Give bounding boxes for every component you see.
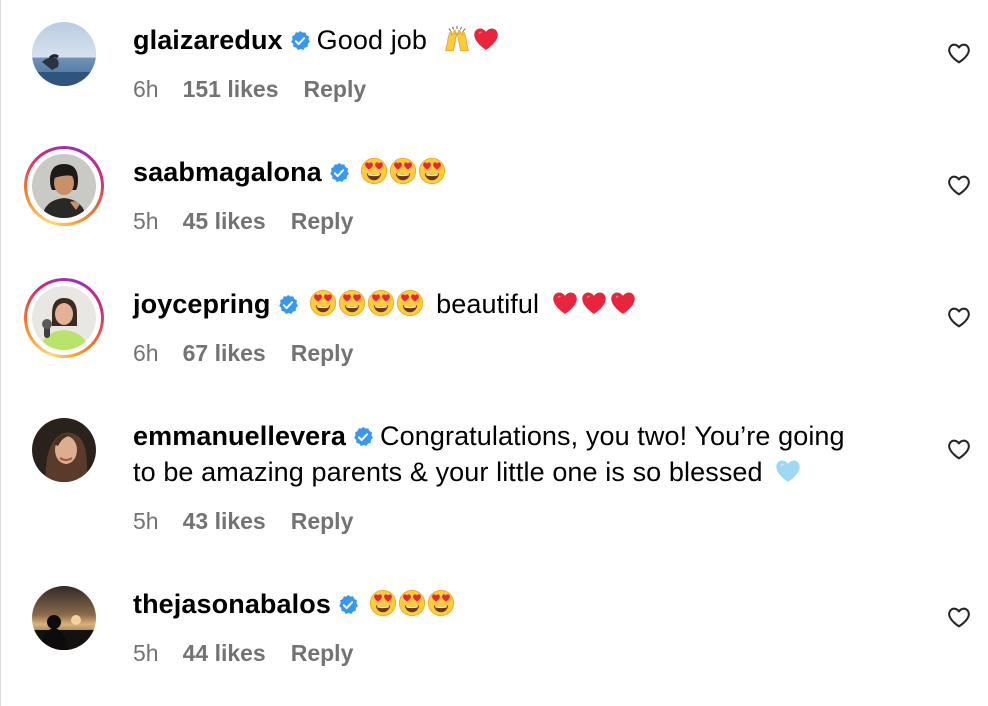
raising-hands-emoji [443, 25, 471, 53]
heart-eyes-emoji [396, 289, 424, 317]
verified-badge-icon [328, 162, 350, 184]
comment-main-line: saabmagalona [133, 154, 908, 190]
red-heart-emoji [609, 289, 637, 317]
reply-button[interactable]: Reply [291, 506, 354, 536]
like-heart-icon[interactable] [946, 40, 972, 66]
like-heart-icon[interactable] [946, 604, 972, 630]
heart-eyes-emoji [427, 589, 455, 617]
reply-button[interactable]: Reply [304, 74, 367, 104]
heart-eyes-emoji [369, 589, 397, 617]
comment-body: joycepring beautiful [133, 286, 908, 322]
comment-text: Congratulations, you two! You’re going [380, 421, 845, 451]
avatar-emmanuellevera[interactable] [32, 418, 96, 482]
red-heart-emoji [472, 25, 500, 53]
comment-main-line: thejasonabalos [133, 586, 908, 622]
comment-item: saabmagalona 5h 45 likes Reply [0, 132, 988, 264]
comment-meta: 5h 43 likes Reply [133, 506, 353, 536]
comment-username[interactable]: glaizaredux [133, 25, 283, 55]
avatar-thejasonabalos[interactable] [32, 586, 96, 650]
like-heart-icon[interactable] [946, 172, 972, 198]
comment-username[interactable]: joycepring [133, 289, 271, 319]
comment-time[interactable]: 6h [133, 74, 159, 104]
heart-eyes-emoji [398, 589, 426, 617]
comment-main-line-2: to be amazing parents & your little one … [133, 454, 908, 490]
comment-likes[interactable]: 44 likes [183, 638, 266, 668]
verified-badge-icon [337, 594, 359, 616]
avatar-joycepring[interactable] [32, 286, 96, 350]
comment-meta: 5h 44 likes Reply [133, 638, 353, 668]
comment-item: thejasonabalos 5h 44 likes Reply [0, 564, 988, 706]
heart-eyes-emoji [338, 289, 366, 317]
reply-button[interactable]: Reply [291, 638, 354, 668]
comment-username[interactable]: saabmagalona [133, 157, 322, 187]
comment-username[interactable]: emmanuellevera [133, 421, 346, 451]
comment-username[interactable]: thejasonabalos [133, 589, 331, 619]
avatar-saabmagalona[interactable] [32, 154, 96, 218]
comment-body: saabmagalona [133, 154, 908, 190]
comment-meta: 6h 67 likes Reply [133, 338, 353, 368]
comment-text: beautiful [436, 289, 540, 319]
comment-main-line: joycepring beautiful [133, 286, 908, 322]
reply-button[interactable]: Reply [291, 206, 354, 236]
comment-meta: 5h 45 likes Reply [133, 206, 353, 236]
heart-eyes-emoji [309, 289, 337, 317]
comment-text-continued: to be amazing parents & your little one … [133, 457, 763, 487]
heart-eyes-emoji [389, 157, 417, 185]
comment-text: Good job [316, 25, 428, 55]
comment-main-line: glaizaredux Good job [133, 22, 908, 58]
comment-meta: 6h 151 likes Reply [133, 74, 366, 104]
comment-likes[interactable]: 67 likes [183, 338, 266, 368]
like-heart-icon[interactable] [946, 304, 972, 330]
comment-item: glaizaredux Good job 6h 151 likes Reply [0, 0, 988, 132]
comment-time[interactable]: 5h [133, 638, 159, 668]
verified-badge-icon [277, 294, 299, 316]
red-heart-emoji [580, 289, 608, 317]
heart-eyes-emoji [367, 289, 395, 317]
verified-badge-icon [352, 426, 374, 448]
comment-time[interactable]: 5h [133, 506, 159, 536]
comment-main-line: emmanuellevera Congratulations, you two! … [133, 418, 908, 454]
heart-eyes-emoji [418, 157, 446, 185]
comment-likes[interactable]: 43 likes [183, 506, 266, 536]
like-heart-icon[interactable] [946, 436, 972, 462]
reply-button[interactable]: Reply [291, 338, 354, 368]
comment-item: joycepring beautiful 6h 67 likes Reply [0, 264, 988, 396]
comment-time[interactable]: 5h [133, 206, 159, 236]
comment-body: glaizaredux Good job [133, 22, 908, 58]
light-blue-heart-emoji [774, 457, 802, 485]
comment-item: emmanuellevera Congratulations, you two! … [0, 396, 988, 564]
comment-body: thejasonabalos [133, 586, 908, 622]
verified-badge-icon [289, 30, 311, 52]
comment-likes[interactable]: 151 likes [183, 74, 279, 104]
red-heart-emoji [551, 289, 579, 317]
comment-body: emmanuellevera Congratulations, you two! … [133, 418, 908, 490]
heart-eyes-emoji [360, 157, 388, 185]
comment-time[interactable]: 6h [133, 338, 159, 368]
comment-likes[interactable]: 45 likes [183, 206, 266, 236]
avatar-glaizaredux[interactable] [32, 22, 96, 86]
